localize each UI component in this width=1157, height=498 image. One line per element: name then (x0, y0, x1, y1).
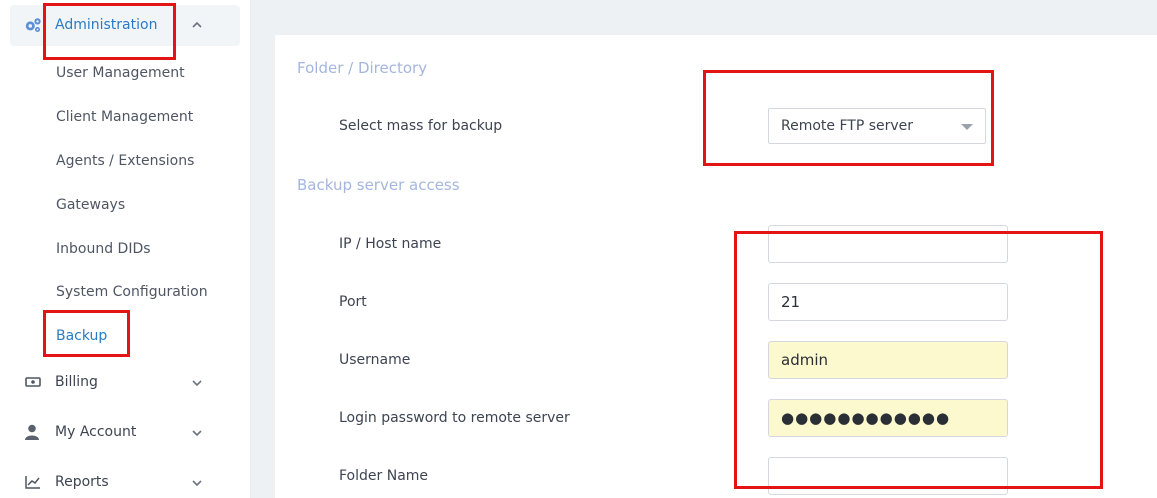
sidebar-subitem-user-management[interactable]: User Management (56, 64, 185, 82)
sidebar-item-reports[interactable]: Reports (55, 473, 109, 491)
sidebar-subitem-system-configuration[interactable]: System Configuration (56, 283, 208, 301)
ip-host-label: IP / Host name (339, 236, 442, 252)
gears-icon (24, 16, 42, 34)
sidebar-subitem-inbound-dids[interactable]: Inbound DIDs (56, 240, 151, 258)
backup-mass-select[interactable]: Remote FTP server (768, 108, 986, 144)
caret-down-icon (961, 124, 973, 130)
section-title-folder-directory: Folder / Directory (297, 59, 428, 77)
folder-name-label: Folder Name (339, 468, 429, 484)
port-label: Port (339, 294, 367, 310)
sidebar-subitem-backup[interactable]: Backup (56, 327, 107, 345)
money-icon (24, 373, 42, 391)
password-input[interactable] (768, 399, 1008, 437)
sidebar-item-billing[interactable]: Billing (55, 373, 98, 391)
ip-host-input[interactable] (768, 225, 1008, 263)
backup-mass-select-value: Remote FTP server (781, 118, 914, 134)
password-label: Login password to remote server (339, 410, 570, 426)
backup-settings-panel (275, 35, 1157, 498)
sidebar-item-administration-label: Administration (55, 17, 158, 33)
sidebar: Administration User Management Client Ma… (0, 0, 251, 498)
user-icon (23, 423, 41, 441)
username-label: Username (339, 352, 411, 368)
sidebar-subitem-gateways[interactable]: Gateways (56, 196, 125, 214)
chevron-down-icon[interactable] (192, 478, 202, 488)
username-input[interactable] (768, 341, 1008, 379)
port-input[interactable] (768, 283, 1008, 321)
sidebar-subitem-agents-extensions[interactable]: Agents / Extensions (56, 152, 194, 170)
folder-name-input[interactable] (768, 457, 1008, 495)
sidebar-item-my-account[interactable]: My Account (55, 423, 136, 441)
section-title-backup-server-access: Backup server access (297, 176, 460, 194)
chevron-up-icon[interactable] (192, 20, 202, 30)
select-mass-label: Select mass for backup (339, 118, 503, 134)
chart-line-icon (24, 473, 42, 491)
sidebar-subitem-client-management[interactable]: Client Management (56, 108, 193, 126)
chevron-down-icon[interactable] (192, 378, 202, 388)
chevron-down-icon[interactable] (192, 428, 202, 438)
